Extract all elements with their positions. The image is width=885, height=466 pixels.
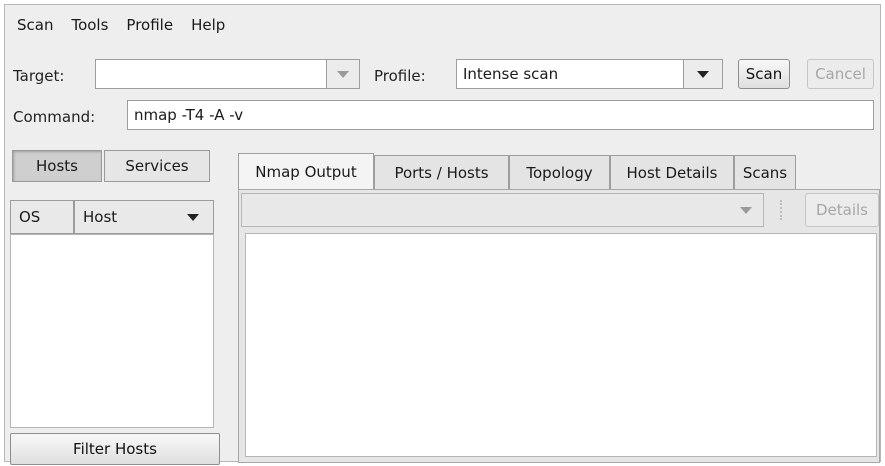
menu-help[interactable]: Help xyxy=(191,16,225,34)
host-list[interactable] xyxy=(10,234,214,428)
separator-grip xyxy=(780,200,784,220)
sort-chevron-icon xyxy=(187,213,199,221)
menu-tools[interactable]: Tools xyxy=(71,16,108,34)
profile-combo[interactable]: Intense scan xyxy=(456,59,684,89)
host-select-combo[interactable] xyxy=(241,193,764,227)
tab-scans[interactable]: Scans xyxy=(734,155,796,189)
zenmap-window: Scan Tools Profile Help Target: Profile:… xyxy=(4,4,881,465)
nmap-output-text[interactable] xyxy=(245,233,877,457)
target-label: Target: xyxy=(13,67,65,85)
target-input[interactable] xyxy=(95,59,327,89)
host-column-label: Host xyxy=(83,208,118,226)
filter-hosts-button[interactable]: Filter Hosts xyxy=(10,433,220,465)
details-button[interactable]: Details xyxy=(805,193,879,227)
tab-host-details[interactable]: Host Details xyxy=(610,155,734,189)
tab-ports-hosts[interactable]: Ports / Hosts xyxy=(374,155,509,189)
chevron-down-icon xyxy=(337,70,349,78)
chevron-down-icon xyxy=(740,206,752,214)
tab-nmap-output[interactable]: Nmap Output xyxy=(238,153,374,189)
command-label: Command: xyxy=(13,108,96,126)
services-toggle-button[interactable]: Services xyxy=(104,150,210,182)
host-select-dropdown-button[interactable] xyxy=(730,195,762,225)
host-column-header[interactable]: Host xyxy=(74,200,214,234)
menu-profile[interactable]: Profile xyxy=(126,16,173,34)
hosts-toggle-button[interactable]: Hosts xyxy=(12,150,102,182)
scan-button[interactable]: Scan xyxy=(738,59,790,89)
os-column-header[interactable]: OS xyxy=(10,200,74,234)
cancel-button[interactable]: Cancel xyxy=(807,59,874,89)
profile-dropdown-button[interactable] xyxy=(683,59,723,89)
profile-label: Profile: xyxy=(374,67,426,85)
command-input[interactable]: nmap -T4 -A -v xyxy=(127,100,874,130)
menu-scan[interactable]: Scan xyxy=(17,16,53,34)
tab-topology[interactable]: Topology xyxy=(509,155,610,189)
menu-bar: Scan Tools Profile Help xyxy=(5,5,880,45)
target-dropdown-button[interactable] xyxy=(326,59,360,89)
chevron-down-icon xyxy=(697,70,709,78)
